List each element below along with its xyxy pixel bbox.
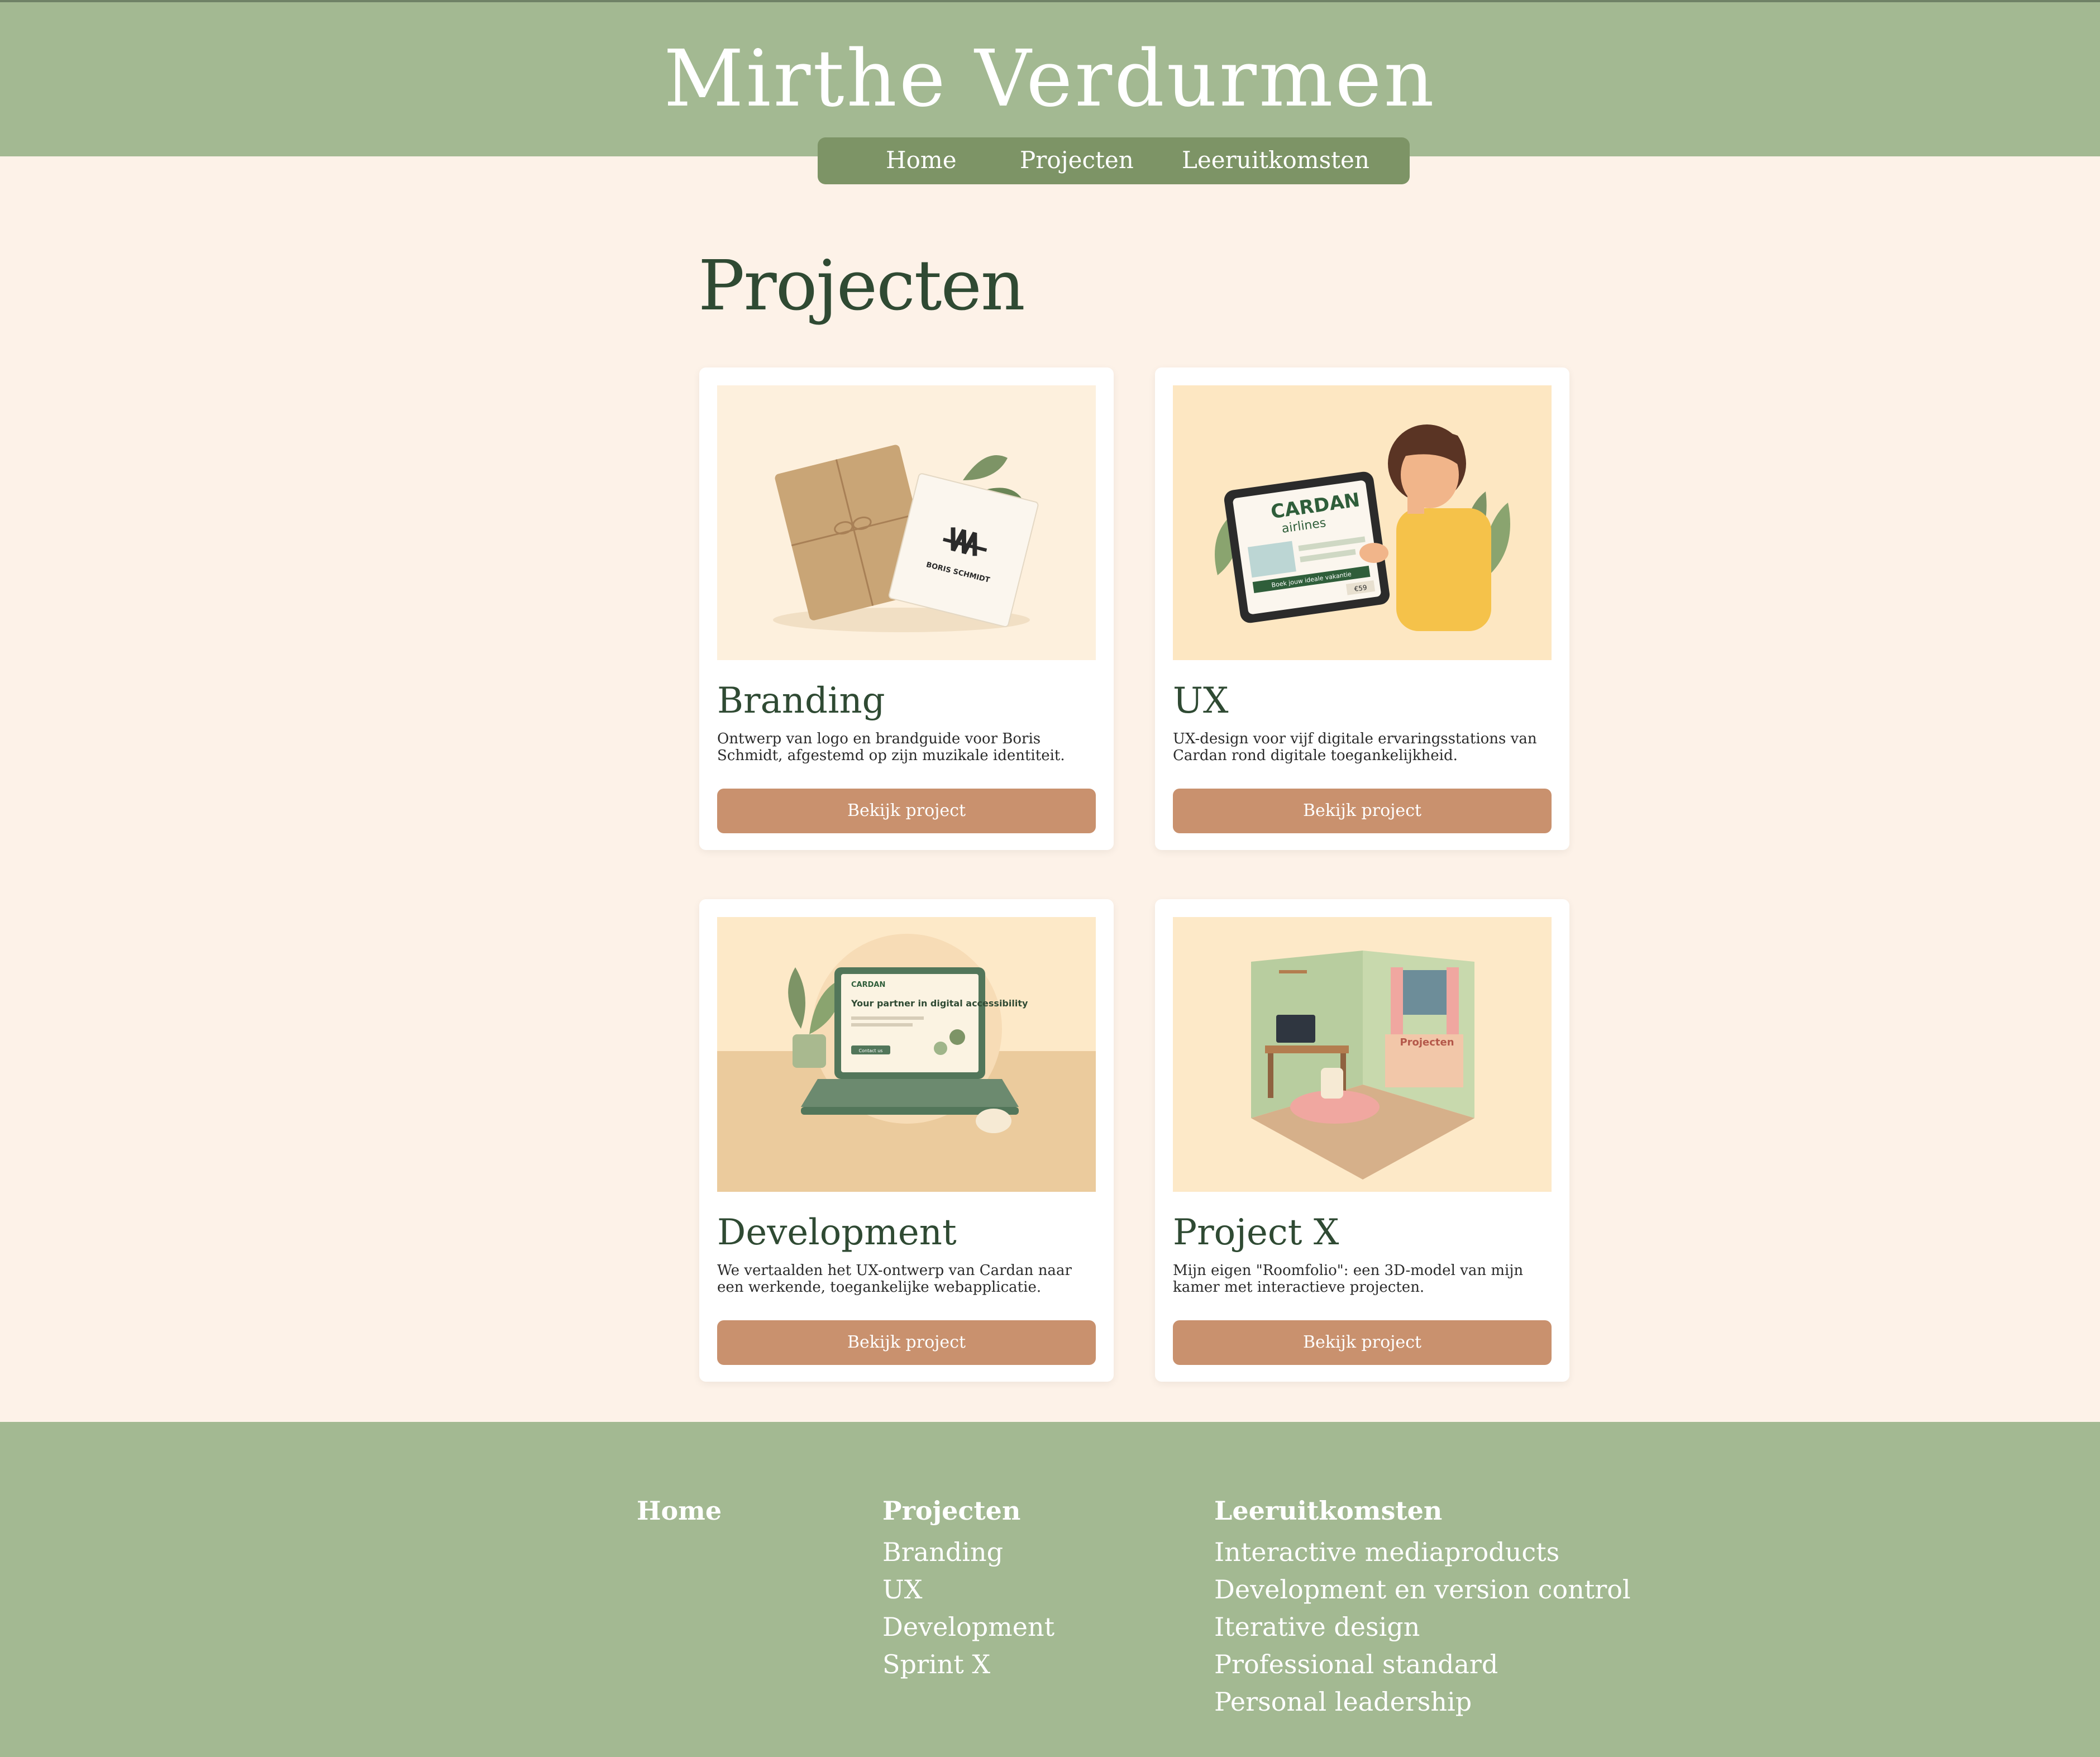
dev-headline-text: Your partner in digital accessibility: [851, 998, 1028, 1009]
card-description: UX-design voor vijf digitale ervaringsst…: [1173, 731, 1537, 764]
footer-heading-home[interactable]: Home: [637, 1496, 722, 1526]
card-description: We vertaalden het UX-ontwerp van Cardan …: [717, 1262, 1072, 1296]
nav-item-home[interactable]: Home: [886, 146, 957, 174]
roomfolio-illustration: Projecten: [1173, 917, 1552, 1192]
site-title: Mirthe Verdurmen: [664, 34, 1436, 125]
footer-link-branding[interactable]: Branding: [882, 1534, 1054, 1571]
view-project-button-ux[interactable]: Bekijk project: [1173, 789, 1552, 833]
project-card-branding: BORIS SCHMIDT Branding Ontwerp van logo …: [699, 367, 1114, 850]
room-sign-text: Projecten: [1400, 1037, 1454, 1048]
footer-link-iterative-design[interactable]: Iterative design: [1214, 1608, 1631, 1646]
dev-brand-text: CARDAN: [851, 981, 885, 989]
view-project-button-project-x[interactable]: Bekijk project: [1173, 1320, 1552, 1365]
footer-link-personal-leadership[interactable]: Personal leadership: [1214, 1683, 1631, 1721]
card-title: Project X: [1173, 1212, 1339, 1253]
card-description: Mijn eigen "Roomfolio": een 3D-model van…: [1173, 1262, 1524, 1296]
card-title: Branding: [717, 680, 885, 722]
footer-column-projecten: Projecten Branding UX Development Sprint…: [882, 1496, 1054, 1683]
footer-heading-leeruitkomsten[interactable]: Leeruitkomsten: [1214, 1496, 1631, 1526]
project-card-development: CARDAN Your partner in digital accessibi…: [699, 899, 1114, 1382]
card-title: Development: [717, 1212, 957, 1253]
view-project-button-development[interactable]: Bekijk project: [717, 1320, 1096, 1365]
site-footer: Home Projecten Branding UX Development S…: [0, 1422, 2100, 1757]
branding-illustration: BORIS SCHMIDT: [717, 385, 1096, 660]
nav-item-leeruitkomsten[interactable]: Leeruitkomsten: [1182, 146, 1369, 174]
footer-link-ux[interactable]: UX: [882, 1571, 1054, 1608]
footer-column-home: Home: [637, 1496, 722, 1534]
footer-column-leeruitkomsten: Leeruitkomsten Interactive mediaproducts…: [1214, 1496, 1631, 1721]
development-illustration: CARDAN Your partner in digital accessibi…: [717, 917, 1096, 1192]
nav-item-projecten[interactable]: Projecten: [1020, 146, 1134, 174]
main-nav: Home Projecten Leeruitkomsten: [818, 137, 1410, 184]
view-project-button-branding[interactable]: Bekijk project: [717, 789, 1096, 833]
footer-link-professional-standard[interactable]: Professional standard: [1214, 1646, 1631, 1683]
card-description: Ontwerp van logo en brandguide voor Bori…: [717, 731, 1065, 764]
footer-link-development[interactable]: Development: [882, 1608, 1054, 1646]
project-card-ux: CARDAN airlines Boek jouw ideale vakanti…: [1155, 367, 1569, 850]
footer-heading-projecten[interactable]: Projecten: [882, 1496, 1054, 1526]
footer-link-interactive-mediaproducts[interactable]: Interactive mediaproducts: [1214, 1534, 1631, 1571]
card-title: UX: [1173, 680, 1229, 722]
page-title: Projecten: [698, 246, 1025, 326]
project-card-project-x: Projecten Project X Mijn eigen "Roomfoli…: [1155, 899, 1569, 1382]
site-header: Mirthe Verdurmen: [0, 0, 2100, 156]
ux-illustration: CARDAN airlines Boek jouw ideale vakanti…: [1173, 385, 1552, 660]
dev-cta-text: Contact us: [859, 1048, 883, 1053]
footer-link-development-version-control[interactable]: Development en version control: [1214, 1571, 1631, 1608]
footer-link-sprint-x[interactable]: Sprint X: [882, 1646, 1054, 1683]
